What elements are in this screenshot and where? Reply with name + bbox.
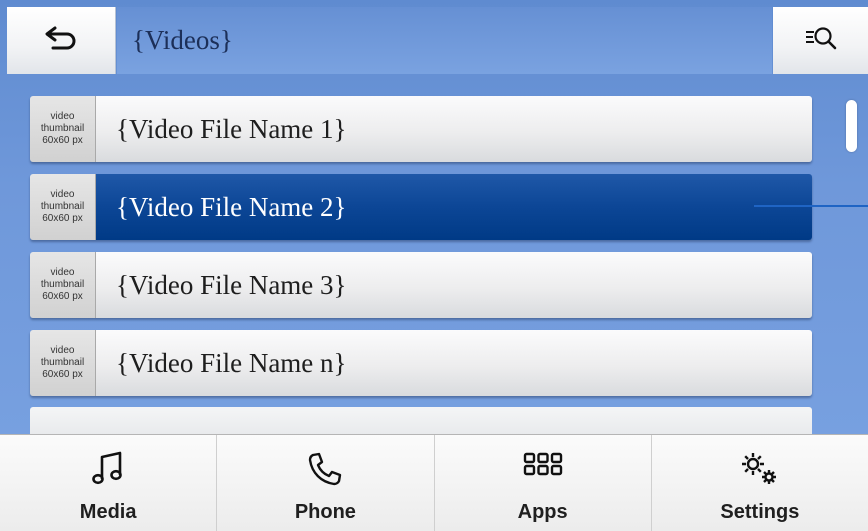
scrollbar-thumb[interactable] (846, 100, 857, 152)
list-item-body[interactable]: {Video File Name 3} (96, 252, 812, 318)
video-file-name: {Video File Name 2} (116, 191, 347, 222)
page-title: {Videos} (132, 25, 233, 55)
nav-item-settings[interactable]: Settings (652, 435, 868, 531)
video-file-name: {Video File Name 1} (116, 113, 347, 144)
thumbnail-caption-line: thumbnail (40, 201, 85, 212)
thumbnail-caption-line: video (50, 189, 75, 200)
gears-icon (738, 447, 782, 491)
thumbnail-caption-line: thumbnail (40, 123, 85, 134)
back-button[interactable] (7, 7, 116, 74)
thumbnail-caption-line: 60x60 px (42, 135, 83, 146)
video-thumbnail: video thumbnail 60x60 px (30, 330, 96, 396)
bottom-nav: Media Phone Apps Settings (0, 434, 868, 531)
thumbnail-caption-line: 60x60 px (42, 213, 83, 224)
nav-item-apps[interactable]: Apps (435, 435, 652, 531)
video-file-name: {Video File Name 3} (116, 269, 347, 300)
nav-label-phone: Phone (294, 501, 356, 523)
callout-line (754, 205, 868, 207)
phone-icon (303, 447, 347, 491)
search-list-icon (803, 23, 839, 58)
thumbnail-caption-line: thumbnail (40, 357, 85, 368)
header-bar: {Videos} (0, 0, 868, 76)
list-item[interactable]: video thumbnail 60x60 px {Video File Name 2… (30, 174, 812, 240)
apps-grid-icon (521, 447, 565, 491)
list-item-body[interactable]: {Video File Name n} (96, 330, 812, 396)
video-list-screen: {Videos} video thumbnail 60x60 px {Video Fi… (0, 0, 868, 531)
video-thumbnail: video thumbnail 60x60 px (30, 174, 96, 240)
nav-item-phone[interactable]: Phone (217, 435, 435, 531)
nav-label-apps: Apps (517, 501, 568, 523)
nav-label-settings: Settings (720, 501, 800, 523)
nav-item-media[interactable]: Media (0, 435, 218, 531)
thumbnail-caption-line: thumbnail (40, 279, 85, 290)
video-list: video thumbnail 60x60 px {Video File Name 1… (0, 76, 868, 447)
thumbnail-caption-line: 60x60 px (42, 369, 83, 380)
back-arrow-icon (41, 22, 81, 59)
list-item-body[interactable]: {Video File Name 1} (96, 96, 812, 162)
list-item-body[interactable]: {Video File Name 2} (96, 174, 812, 240)
nav-label-media: Media (79, 501, 137, 523)
music-note-icon (86, 447, 130, 491)
list-item[interactable]: video thumbnail 60x60 px {Video File Name 3… (30, 252, 812, 318)
list-item[interactable]: video thumbnail 60x60 px {Video File Name n… (30, 330, 812, 396)
thumbnail-caption-line: video (50, 345, 75, 356)
video-thumbnail: video thumbnail 60x60 px (30, 96, 96, 162)
video-file-name: {Video File Name n} (116, 347, 347, 378)
video-thumbnail: video thumbnail 60x60 px (30, 252, 96, 318)
thumbnail-caption-line: video (50, 111, 75, 122)
title-bar: {Videos} (117, 7, 772, 74)
thumbnail-caption-line: video (50, 267, 75, 278)
thumbnail-caption-line: 60x60 px (42, 291, 83, 302)
search-button[interactable] (773, 7, 868, 74)
list-item[interactable]: video thumbnail 60x60 px {Video File Name 1… (30, 96, 812, 162)
